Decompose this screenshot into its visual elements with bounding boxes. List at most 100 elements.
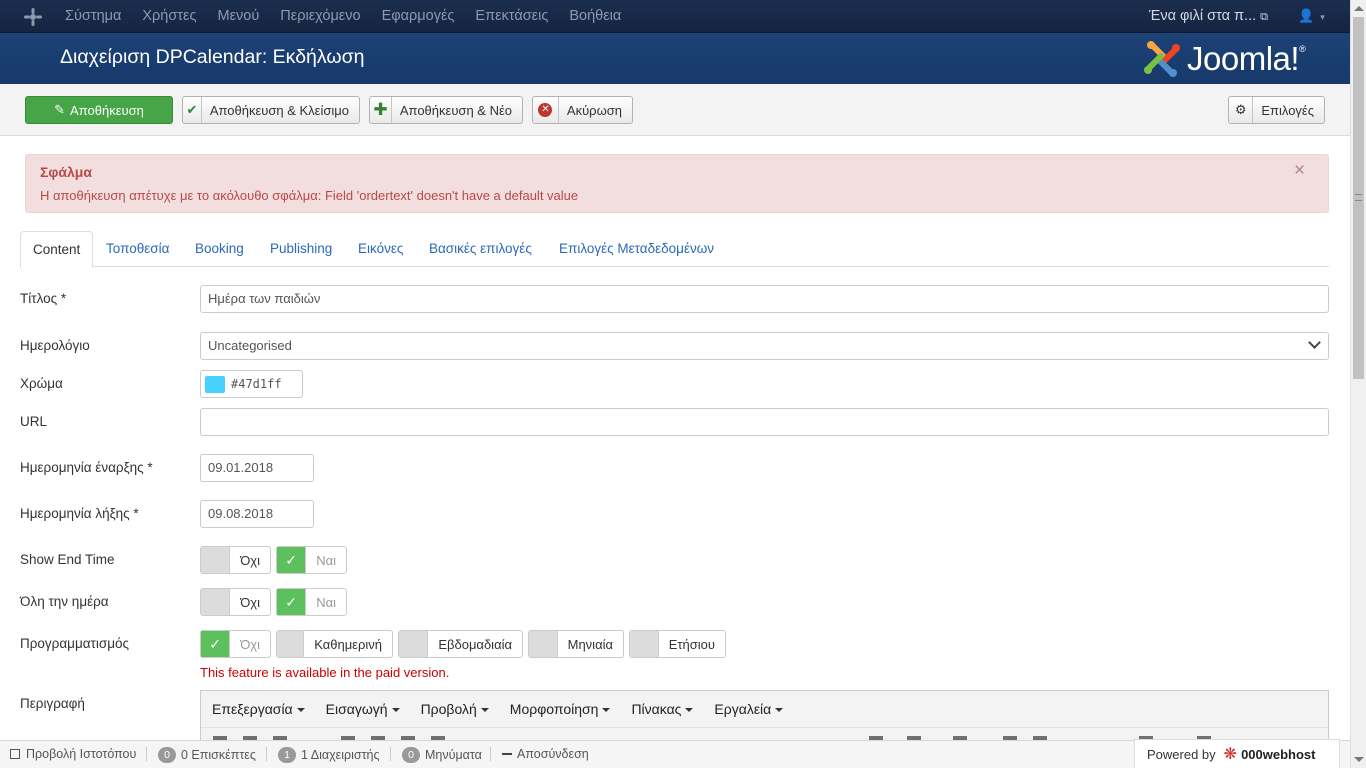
url-label: URL <box>20 414 48 429</box>
editor-menu-view[interactable]: Προβολή <box>421 701 489 717</box>
close-icon[interactable]: × <box>1294 160 1305 182</box>
editor-menu-format[interactable]: Μορφοποίηση <box>510 701 611 717</box>
menu-components[interactable]: Εφαρμογές <box>382 0 455 33</box>
editor-menu-table[interactable]: Πίνακας <box>631 701 694 717</box>
calendar-select[interactable]: Uncategorised <box>200 332 1329 360</box>
site-link-label: Ένα φιλί στα π... <box>1149 8 1257 24</box>
external-link-icon <box>10 749 20 759</box>
color-picker[interactable]: #47d1ff <box>200 370 303 398</box>
schedule-none-toggle[interactable]: ✓ Όχι <box>200 630 271 658</box>
admin-top-menu: Σύστημα Χρήστες Μενού Περιεχόμενο Εφαρμο… <box>0 0 1350 33</box>
site-link[interactable]: Ένα φιλί στα π... ⧉ <box>1149 0 1268 33</box>
scroll-grip-icon <box>1355 194 1362 201</box>
scroll-up-icon[interactable] <box>1354 6 1364 11</box>
schedule-monthly-toggle[interactable]: Μηνιαία <box>528 630 624 658</box>
cancel-icon-wrap: ✕ <box>533 97 559 123</box>
cancel-icon: ✕ <box>538 103 553 117</box>
menu-extensions[interactable]: Επεκτάσεις <box>475 0 548 33</box>
tab-metadata-options[interactable]: Επιλογές Μεταδεδομένων <box>559 231 714 267</box>
powered-by-label: Powered by <box>1147 746 1216 762</box>
show-end-no-toggle[interactable]: Όχι <box>200 546 271 574</box>
vertical-scrollbar[interactable] <box>1350 0 1366 768</box>
tab-basic-options[interactable]: Βασικές επιλογές <box>429 231 532 267</box>
all-day-yes-toggle[interactable]: ✓ Ναι <box>276 588 347 616</box>
url-input[interactable] <box>200 408 1329 436</box>
end-date-label: Ημερομηνία λήξης * <box>20 506 139 521</box>
powered-by-badge[interactable]: Powered by ❋ 000webhost <box>1134 739 1340 768</box>
toggle-label: Εβδομαδιαία <box>438 636 512 652</box>
error-alert: Σφάλμα Η αποθήκευση απέτυχε με το ακόλου… <box>25 154 1329 213</box>
admins-label: 1 Διαχειριστής <box>301 748 380 762</box>
title-input[interactable]: Ημέρα των παιδιών <box>200 285 1329 313</box>
edit-icon: ✎ <box>54 102 66 117</box>
joomla-logo-icon[interactable] <box>24 8 42 26</box>
color-label: Χρώμα <box>20 376 63 391</box>
editor-menubar: Επεξεργασία Εισαγωγή Προβολή Μορφοποίηση… <box>201 691 804 727</box>
options-label: Επιλογές <box>1261 102 1314 118</box>
visitors-badge: 0 <box>158 747 176 763</box>
show-end-yes-toggle[interactable]: ✓ Ναι <box>276 546 347 574</box>
editor-menu-edit[interactable]: Επεξεργασία <box>212 701 305 717</box>
all-day-no-toggle[interactable]: Όχι <box>200 588 271 616</box>
view-site-link[interactable]: Προβολή Ιστοτόπου <box>10 747 136 761</box>
show-end-time-label: Show End Time <box>20 552 115 567</box>
editor-menu-tools[interactable]: Εργαλεία <box>714 701 784 717</box>
chevron-down-icon <box>1308 336 1321 349</box>
schedule-yearly-toggle[interactable]: Ετήσιου <box>629 630 726 658</box>
save-button-label: Αποθήκευση <box>70 102 144 118</box>
scroll-down-icon[interactable] <box>1354 757 1364 762</box>
toggle-knob <box>277 631 305 657</box>
save-close-button[interactable]: ✔ Αποθήκευση & Κλείσιμο <box>182 96 360 124</box>
menu-users[interactable]: Χρήστες <box>142 0 196 33</box>
color-value: #47d1ff <box>231 377 282 391</box>
user-menu[interactable]: 👤 ▾ <box>1298 8 1325 24</box>
divider <box>266 747 267 761</box>
check-icon: ✔ <box>183 97 202 123</box>
logout-link[interactable]: Αποσύνδεση <box>502 747 589 761</box>
toggle-knob <box>201 589 231 615</box>
toggle-label: Ναι <box>316 552 336 568</box>
schedule-weekly-toggle[interactable]: Εβδομαδιαία <box>398 630 523 658</box>
main-menu: Σύστημα Χρήστες Μενού Περιεχόμενο Εφαρμο… <box>65 0 642 33</box>
joomla-brand-icon <box>1144 41 1180 77</box>
schedule-daily-toggle[interactable]: Καθημερινή <box>276 630 393 658</box>
webhost-logo-icon: ❋ <box>1223 746 1238 763</box>
editor-menu-insert[interactable]: Εισαγωγή <box>326 701 400 717</box>
menu-help[interactable]: Βοήθεια <box>569 0 621 33</box>
tab-booking[interactable]: Booking <box>195 231 244 267</box>
tab-publishing[interactable]: Publishing <box>270 231 332 267</box>
page-header: Διαχείριση DPCalendar: Εκδήλωση Joomla! ® <box>0 33 1350 84</box>
toggle-label: Όχι <box>240 552 260 568</box>
chevron-down-icon: ▾ <box>1320 12 1325 22</box>
menu-menus[interactable]: Μενού <box>218 0 260 33</box>
check-icon: ✓ <box>201 631 231 657</box>
toggle-label: Όχι <box>240 636 260 652</box>
powered-by-brand: 000webhost <box>1241 746 1316 762</box>
plus-icon: ✚ <box>370 97 392 123</box>
start-date-input[interactable]: 09.01.2018 <box>200 454 314 482</box>
messages-badge: 0 <box>402 747 420 763</box>
tab-location[interactable]: Τοποθεσία <box>106 231 169 267</box>
check-icon: ✓ <box>277 547 307 573</box>
menu-system[interactable]: Σύστημα <box>65 0 121 33</box>
toggle-label: Ναι <box>316 594 336 610</box>
toggle-knob <box>630 631 659 657</box>
toggle-label: Καθημερινή <box>314 636 382 652</box>
cancel-button[interactable]: ✕ Ακύρωση <box>532 96 633 124</box>
menu-content[interactable]: Περιεχόμενο <box>280 0 360 33</box>
admins-status: 1 1 Διαχειριστής <box>278 747 380 763</box>
messages-label: Μηνύματα <box>425 748 482 762</box>
tab-content[interactable]: Content <box>20 231 94 268</box>
toggle-knob <box>399 631 429 657</box>
end-date-input[interactable]: 09.08.2018 <box>200 500 314 528</box>
messages-link[interactable]: 0 Μηνύματα <box>402 747 482 763</box>
all-day-label: Όλη την ημέρα <box>20 594 109 609</box>
tab-images[interactable]: Εικόνες <box>358 231 403 267</box>
alert-heading: Σφάλμα <box>40 164 92 180</box>
save-new-button[interactable]: ✚ Αποθήκευση & Νέο <box>369 96 523 124</box>
calendar-label: Ημερολόγιο <box>20 338 90 353</box>
options-button[interactable]: ⚙ Επιλογές <box>1228 96 1325 124</box>
check-icon: ✓ <box>277 589 307 615</box>
page-title: Διαχείριση DPCalendar: Εκδήλωση <box>60 46 365 68</box>
save-button[interactable]: ✎ Αποθήκευση <box>25 96 173 124</box>
